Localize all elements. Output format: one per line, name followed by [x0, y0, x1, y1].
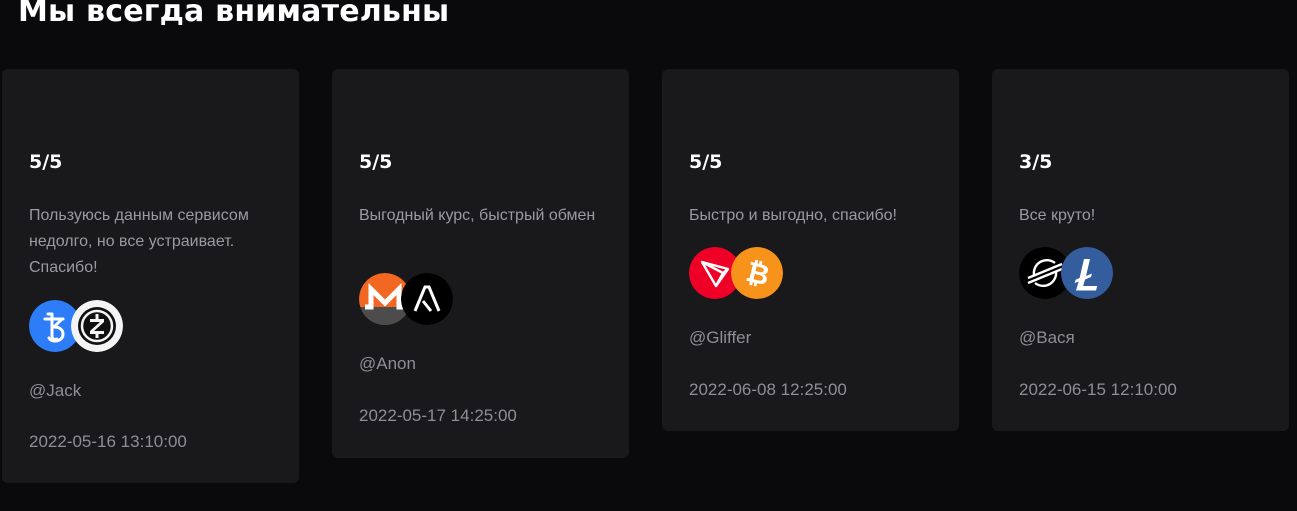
- review-card: 5/5 Выгодный курс, быстрый обмен @Anon 2…: [332, 69, 629, 458]
- review-rating: 5/5: [689, 151, 723, 173]
- coin-pair: [359, 273, 469, 325]
- review-rating: 5/5: [359, 151, 393, 173]
- algorand-icon: [401, 273, 453, 325]
- review-text: Быстро и выгодно, спасибо!: [689, 207, 897, 224]
- bitcoin-icon: ₿: [731, 247, 783, 299]
- section-title: Мы всегда внимательны: [18, 0, 450, 29]
- review-card: 3/5 Все круто! @Вася 2022-06-15 12:10:00: [992, 69, 1289, 431]
- review-date: 2022-06-08 12:25:00: [689, 380, 847, 399]
- review-text: Все круто!: [1019, 207, 1096, 224]
- review-user: @Gliffer: [689, 328, 752, 347]
- review-user: @Вася: [1019, 328, 1075, 347]
- coin-pair: [1019, 247, 1129, 299]
- review-date: 2022-05-17 14:25:00: [359, 406, 517, 425]
- review-rating: 5/5: [29, 151, 63, 173]
- review-text: Пользуюсь данным сервисом недолго, но вс…: [29, 207, 249, 276]
- review-date: 2022-05-16 13:10:00: [29, 432, 187, 451]
- review-user: @Jack: [29, 381, 82, 400]
- review-card: 5/5 Пользуюсь данным сервисом недолго, н…: [2, 69, 299, 483]
- zcash-icon: [71, 300, 123, 352]
- coin-pair: [29, 300, 139, 352]
- review-date: 2022-06-15 12:10:00: [1019, 380, 1177, 399]
- review-user: @Anon: [359, 354, 416, 373]
- review-card: 5/5 Быстро и выгодно, спасибо! ₿ @Gliffe…: [662, 69, 959, 431]
- review-text: Выгодный курс, быстрый обмен: [359, 207, 596, 224]
- review-rating: 3/5: [1019, 151, 1053, 173]
- coin-pair: ₿: [689, 247, 799, 299]
- litecoin-icon: [1061, 247, 1113, 299]
